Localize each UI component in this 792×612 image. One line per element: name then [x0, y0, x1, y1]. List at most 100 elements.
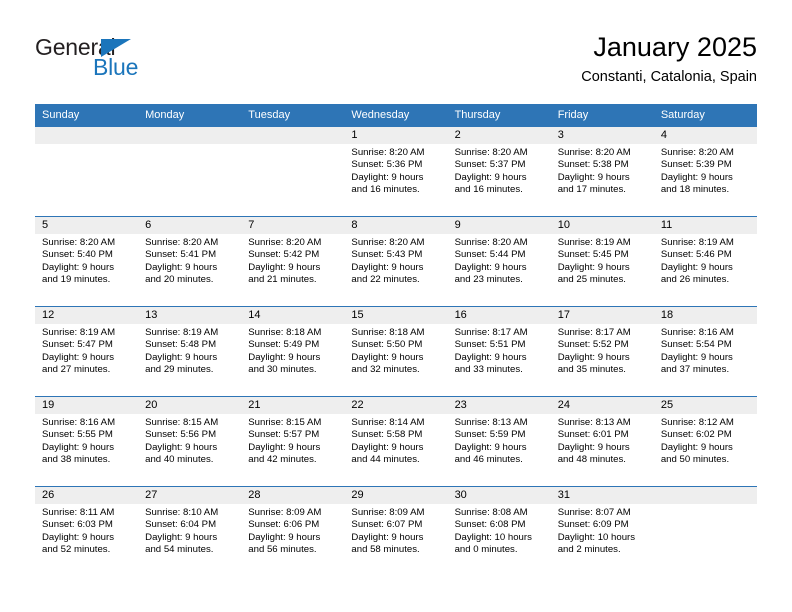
day-cell-inner: 15 Sunrise: 8:18 AM Sunset: 5:50 PM Dayligh…: [344, 307, 448, 396]
calendar-day-cell[interactable]: 17 Sunrise: 8:17 AM Sunset: 5:52 PM Dayligh…: [550, 306, 654, 397]
day-number: 17: [550, 307, 654, 324]
sun-info-line: Daylight: 9 hours: [660, 351, 733, 363]
calendar-day-cell[interactable]: 9 Sunrise: 8:20 AM Sunset: 5:44 PM Daylight…: [447, 216, 551, 307]
calendar-day-cell-empty: [35, 126, 139, 217]
calendar-day-cell[interactable]: 21 Sunrise: 8:15 AM Sunset: 5:57 PM Dayligh…: [241, 396, 345, 487]
calendar-day-cell[interactable]: 23 Sunrise: 8:13 AM Sunset: 5:59 PM Dayligh…: [447, 396, 551, 487]
day-number: 10: [550, 217, 654, 234]
sun-info-line: Daylight: 9 hours: [557, 171, 630, 183]
sun-info-line: and 16 minutes.: [454, 184, 523, 196]
sun-info-line: Daylight: 9 hours: [351, 531, 424, 543]
calendar-day-cell[interactable]: 31 Sunrise: 8:07 AM Sunset: 6:09 PM Dayligh…: [550, 486, 654, 577]
calendar-day-cell[interactable]: 7 Sunrise: 8:20 AM Sunset: 5:42 PM Daylight…: [241, 216, 345, 307]
calendar-day-cell[interactable]: 11 Sunrise: 8:19 AM Sunset: 5:46 PM Dayligh…: [653, 216, 757, 307]
sun-info-line: Sunrise: 8:09 AM: [248, 507, 322, 518]
sun-info-line: Daylight: 9 hours: [248, 441, 321, 453]
calendar-day-cell[interactable]: 8 Sunrise: 8:20 AM Sunset: 5:43 PM Daylight…: [344, 216, 448, 307]
sun-info-line: Sunrise: 8:11 AM: [42, 507, 115, 518]
day-number: 1: [344, 127, 448, 144]
calendar-day-cell[interactable]: 26 Sunrise: 8:11 AM Sunset: 6:03 PM Dayligh…: [35, 486, 139, 577]
sun-info-line: Sunset: 5:38 PM: [557, 159, 629, 171]
sun-info-line: and 20 minutes.: [145, 274, 214, 286]
calendar-day-cell[interactable]: 24 Sunrise: 8:13 AM Sunset: 6:01 PM Dayligh…: [550, 396, 654, 487]
calendar-week-row: 19 Sunrise: 8:16 AM Sunset: 5:55 PM Dayligh…: [35, 396, 757, 487]
logo-general-blue[interactable]: General Blue: [35, 34, 235, 90]
sun-info-line: Daylight: 9 hours: [42, 261, 114, 273]
day-sun-info: Sunrise: 8:20 AM Sunset: 5:37 PM Daylight:…: [448, 144, 551, 197]
sun-info-line: Sunrise: 8:09 AM: [351, 507, 425, 518]
day-sun-info: Sunrise: 8:09 AM Sunset: 6:07 PM Daylight:…: [344, 504, 447, 557]
day-number: 18: [653, 307, 757, 324]
sun-info-line: Sunset: 5:48 PM: [145, 339, 217, 351]
sun-info-line: and 40 minutes.: [145, 454, 214, 466]
calendar-day-cell[interactable]: 18 Sunrise: 8:16 AM Sunset: 5:54 PM Dayligh…: [653, 306, 757, 397]
calendar-day-cell[interactable]: 15 Sunrise: 8:18 AM Sunset: 5:50 PM Dayligh…: [344, 306, 448, 397]
day-sun-info: Sunrise: 8:15 AM Sunset: 5:56 PM Daylight:…: [138, 414, 241, 467]
day-cell-inner: 8 Sunrise: 8:20 AM Sunset: 5:43 PM Daylight…: [344, 217, 448, 306]
calendar-day-cell[interactable]: 5 Sunrise: 8:20 AM Sunset: 5:40 PM Daylight…: [35, 216, 139, 307]
sun-info-line: Sunrise: 8:13 AM: [454, 417, 528, 428]
day-cell-inner: 29 Sunrise: 8:09 AM Sunset: 6:07 PM Dayligh…: [344, 487, 448, 577]
sun-info-line: and 33 minutes.: [454, 364, 523, 376]
sun-info-line: Sunrise: 8:17 AM: [454, 327, 528, 338]
calendar-day-cell[interactable]: 10 Sunrise: 8:19 AM Sunset: 5:45 PM Dayligh…: [550, 216, 654, 307]
sun-info-line: and 16 minutes.: [351, 184, 420, 196]
day-number: 9: [447, 217, 551, 234]
calendar-day-cell[interactable]: 12 Sunrise: 8:19 AM Sunset: 5:47 PM Dayligh…: [35, 306, 139, 397]
day-number: 30: [447, 487, 551, 504]
day-cell-inner: 31 Sunrise: 8:07 AM Sunset: 6:09 PM Dayligh…: [550, 487, 654, 577]
calendar-day-cell[interactable]: 2 Sunrise: 8:20 AM Sunset: 5:37 PM Daylight…: [447, 126, 551, 217]
calendar-day-cell[interactable]: 6 Sunrise: 8:20 AM Sunset: 5:41 PM Daylight…: [138, 216, 242, 307]
calendar-day-cell[interactable]: 20 Sunrise: 8:15 AM Sunset: 5:56 PM Dayligh…: [138, 396, 242, 487]
day-sun-info: Sunrise: 8:20 AM Sunset: 5:41 PM Daylight:…: [138, 234, 241, 287]
sun-info-line: Sunrise: 8:20 AM: [557, 147, 631, 158]
day-cell-inner: 18 Sunrise: 8:16 AM Sunset: 5:54 PM Dayligh…: [653, 307, 757, 396]
calendar-day-cell[interactable]: 4 Sunrise: 8:20 AM Sunset: 5:39 PM Daylight…: [653, 126, 757, 217]
calendar-day-cell[interactable]: 28 Sunrise: 8:09 AM Sunset: 6:06 PM Dayligh…: [241, 486, 345, 577]
calendar-day-cell[interactable]: 27 Sunrise: 8:10 AM Sunset: 6:04 PM Dayligh…: [138, 486, 242, 577]
day-sun-info: Sunrise: 8:20 AM Sunset: 5:38 PM Daylight:…: [551, 144, 654, 197]
calendar-day-cell[interactable]: 16 Sunrise: 8:17 AM Sunset: 5:51 PM Dayligh…: [447, 306, 551, 397]
sun-info-line: Sunrise: 8:16 AM: [42, 417, 116, 428]
calendar-day-cell[interactable]: 13 Sunrise: 8:19 AM Sunset: 5:48 PM Dayligh…: [138, 306, 242, 397]
sun-info-line: Daylight: 9 hours: [454, 261, 527, 273]
calendar-day-cell[interactable]: 19 Sunrise: 8:16 AM Sunset: 5:55 PM Dayligh…: [35, 396, 139, 487]
sun-info-line: and 0 minutes.: [454, 544, 518, 556]
sun-info-line: Sunrise: 8:18 AM: [248, 327, 322, 338]
sun-info-line: Sunset: 5:37 PM: [454, 159, 526, 171]
sun-info-line: Sunset: 6:07 PM: [351, 519, 423, 531]
day-number: 14: [241, 307, 345, 324]
calendar-day-cell[interactable]: 30 Sunrise: 8:08 AM Sunset: 6:08 PM Dayligh…: [447, 486, 551, 577]
calendar-day-cell[interactable]: 29 Sunrise: 8:09 AM Sunset: 6:07 PM Dayligh…: [344, 486, 448, 577]
calendar-day-cell[interactable]: 25 Sunrise: 8:12 AM Sunset: 6:02 PM Dayligh…: [653, 396, 757, 487]
day-number: 23: [447, 397, 551, 414]
day-cell-inner: 20 Sunrise: 8:15 AM Sunset: 5:56 PM Dayligh…: [138, 397, 242, 486]
day-cell-inner: 27 Sunrise: 8:10 AM Sunset: 6:04 PM Dayligh…: [138, 487, 242, 577]
calendar-day-cell[interactable]: 1 Sunrise: 8:20 AM Sunset: 5:36 PM Daylight…: [344, 126, 448, 217]
day-sun-info: Sunrise: 8:11 AM Sunset: 6:03 PM Daylight:…: [35, 504, 138, 557]
sun-info-line: and 48 minutes.: [557, 454, 626, 466]
day-number: 3: [550, 127, 654, 144]
day-number: 21: [241, 397, 345, 414]
day-number: 31: [550, 487, 654, 504]
day-sun-info: Sunrise: 8:16 AM Sunset: 5:55 PM Daylight:…: [35, 414, 138, 467]
sun-info-line: Daylight: 9 hours: [351, 441, 424, 453]
day-sun-info: Sunrise: 8:20 AM Sunset: 5:39 PM Daylight:…: [654, 144, 757, 197]
calendar-day-cell[interactable]: 22 Sunrise: 8:14 AM Sunset: 5:58 PM Dayligh…: [344, 396, 448, 487]
sun-info-line: Sunrise: 8:15 AM: [145, 417, 219, 428]
sun-info-line: Daylight: 9 hours: [557, 441, 630, 453]
sun-info-line: Sunrise: 8:20 AM: [454, 147, 528, 158]
day-number: 7: [241, 217, 345, 234]
day-number: 16: [447, 307, 551, 324]
day-sun-info: Sunrise: 8:19 AM Sunset: 5:46 PM Daylight:…: [654, 234, 757, 287]
day-cell-inner: 17 Sunrise: 8:17 AM Sunset: 5:52 PM Dayligh…: [550, 307, 654, 396]
sun-info-line: Sunset: 6:02 PM: [660, 429, 732, 441]
day-sun-info: [35, 144, 138, 147]
calendar-week-row: 5 Sunrise: 8:20 AM Sunset: 5:40 PM Daylight…: [35, 216, 757, 307]
calendar-day-cell[interactable]: 3 Sunrise: 8:20 AM Sunset: 5:38 PM Daylight…: [550, 126, 654, 217]
day-cell-inner: [653, 487, 757, 577]
sun-info-line: Daylight: 9 hours: [248, 351, 321, 363]
calendar-day-cell[interactable]: 14 Sunrise: 8:18 AM Sunset: 5:49 PM Dayligh…: [241, 306, 345, 397]
day-number: 20: [138, 397, 242, 414]
day-sun-info: Sunrise: 8:20 AM Sunset: 5:40 PM Daylight:…: [35, 234, 138, 287]
